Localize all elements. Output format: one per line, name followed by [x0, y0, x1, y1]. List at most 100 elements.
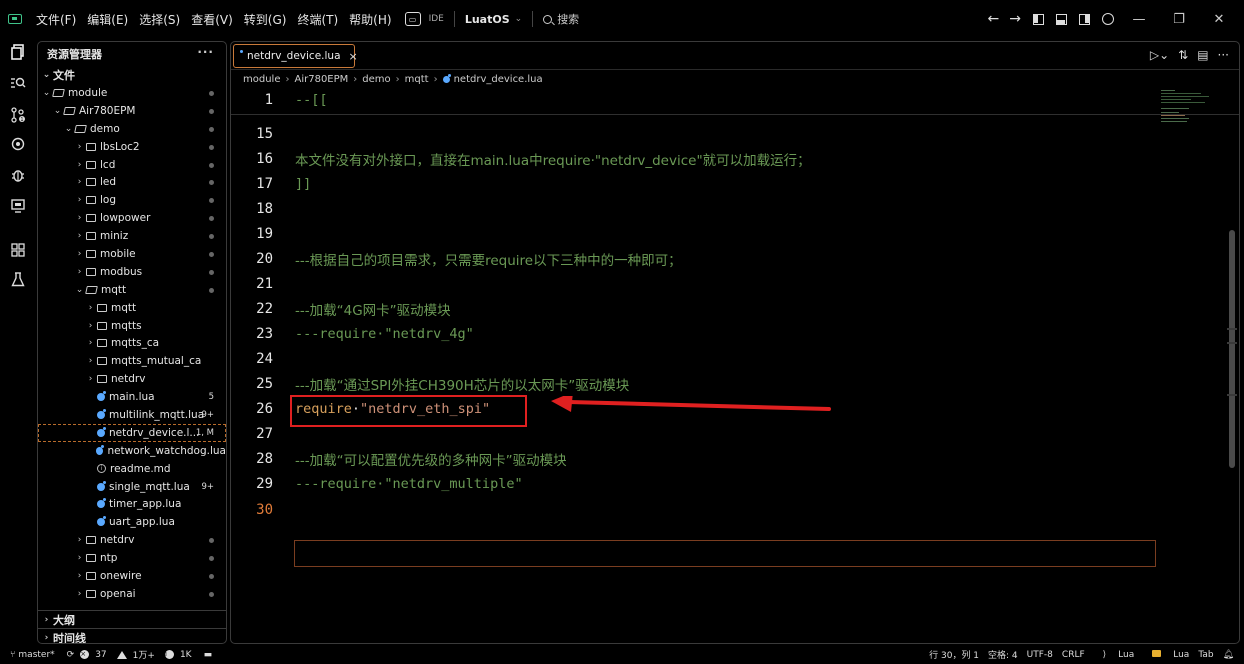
code-line[interactable]: 20 ---根据自己的项目需求，只需要require以下三种中的一种即可； — [231, 247, 1239, 271]
minimap[interactable] — [1159, 88, 1219, 128]
branch-indicator[interactable]: ⑂ master* — [10, 650, 61, 660]
tree-item[interactable]: › mqtt — [38, 299, 226, 317]
code-line[interactable]: 19 — [231, 222, 1239, 246]
tree-item[interactable]: › miniz — [38, 227, 226, 245]
code-line[interactable]: 21 — [231, 272, 1239, 296]
tree-item[interactable]: › netdrv — [38, 370, 226, 388]
minimize-button[interactable]: — — [1124, 12, 1154, 27]
tree-item[interactable]: › ntp — [38, 549, 226, 567]
line-endings[interactable]: CRLF — [1062, 650, 1085, 660]
command-center-search[interactable]: 搜索 — [543, 11, 579, 27]
toggle-primary-sidebar-icon[interactable] — [1033, 13, 1044, 25]
tree-item[interactable]: › openai — [38, 585, 226, 603]
indentation[interactable]: 空格: 4 — [988, 648, 1018, 661]
code-line[interactable]: 18 — [231, 197, 1239, 221]
menu-view[interactable]: 查看(V) — [191, 11, 233, 28]
tree-item[interactable]: › log — [38, 191, 226, 209]
tree-item[interactable]: › netdrv — [38, 531, 226, 549]
remote-explorer-icon[interactable] — [0, 133, 36, 155]
forward-arrow-icon[interactable]: → — [1009, 12, 1021, 26]
tree-item[interactable]: single_mqtt.lua 9+ — [38, 478, 226, 496]
run-debug-icon[interactable]: ▷⌄ — [1150, 48, 1169, 62]
lua-extension-status[interactable]: Lua — [1143, 649, 1189, 660]
code-line[interactable]: 26 require·"netdrv_eth_spi" — [231, 397, 1239, 421]
code-line[interactable]: 17]] — [231, 172, 1239, 196]
code-line[interactable]: 15 — [231, 122, 1239, 146]
menu-go[interactable]: 转到(G) — [244, 11, 287, 28]
code-line[interactable]: 27 — [231, 422, 1239, 446]
workspace-name[interactable]: LuatOS — [465, 13, 510, 26]
code-line[interactable]: 28 ---加载“可以配置优先级的多种网卡”驱动模块 — [231, 447, 1239, 471]
toggle-panel-icon[interactable] — [1056, 13, 1067, 25]
breadcrumb-item[interactable]: module — [243, 74, 280, 85]
close-window-button[interactable]: ✕ — [1204, 12, 1234, 27]
tree-item[interactable]: › lbsLoc2 — [38, 138, 226, 156]
tree-item[interactable]: › mqtts_mutual_ca — [38, 352, 226, 370]
vertical-scrollbar[interactable] — [1229, 230, 1235, 468]
tree-item[interactable]: timer_app.lua — [38, 495, 226, 513]
tree-item[interactable]: › modbus — [38, 263, 226, 281]
tree-item[interactable]: › lowpower — [38, 209, 226, 227]
breadcrumb-item[interactable]: netdrv_device.lua — [454, 74, 543, 85]
restore-button[interactable]: ❐ — [1164, 12, 1194, 27]
sync-icon[interactable]: ⟳ — [67, 650, 75, 660]
toggle-secondary-sidebar-icon[interactable] — [1079, 13, 1090, 25]
code-line[interactable]: 22 ---加载“4G网卡”驱动模块 — [231, 297, 1239, 321]
explorer-icon[interactable] — [0, 41, 36, 63]
code-line[interactable]: 25 ---加载“通过SPI外挂CH390H芯片的以太网卡”驱动模块 — [231, 372, 1239, 396]
ports-icon[interactable]: ▬ — [204, 650, 213, 660]
close-tab-icon[interactable]: × — [349, 50, 358, 63]
code-line[interactable]: 29 ---require·"netdrv_multiple" — [231, 472, 1239, 496]
extensions-icon[interactable] — [0, 239, 36, 261]
menu-file[interactable]: 文件(F) — [36, 11, 76, 28]
compare-changes-icon[interactable]: ⇅ — [1178, 48, 1188, 62]
cursor-position[interactable]: 行 30，列 1 — [929, 648, 979, 661]
breadcrumb-item[interactable]: demo — [362, 74, 390, 85]
tree-item[interactable]: network_watchdog.lua — [38, 442, 226, 460]
notifications-bell-icon[interactable]: 🔔︎ — [1223, 650, 1234, 660]
problems-indicator[interactable]: × 37 1万+ i 1K — [80, 648, 197, 661]
tab-netdrv-device[interactable]: netdrv_device.lua × — [233, 44, 358, 68]
language-mode[interactable]: ⟩ Lua — [1094, 650, 1135, 660]
testing-flask-icon[interactable] — [0, 268, 36, 290]
timeline-section-header[interactable]: › 时间线 — [38, 628, 226, 643]
tree-item[interactable]: uart_app.lua — [38, 513, 226, 531]
more-actions-icon[interactable]: ··· — [197, 45, 214, 59]
tree-item[interactable]: › onewire — [38, 567, 226, 585]
tree-item[interactable]: ⌄ module — [38, 84, 226, 102]
breadcrumb-item[interactable]: mqtt — [405, 74, 429, 85]
code-editor[interactable]: 1 --[[15 16 本文件没有对外接口，直接在main.lua中require·"… — [231, 88, 1239, 643]
code-line[interactable]: 30 — [231, 498, 1239, 522]
outline-section-header[interactable]: › 大纲 — [38, 610, 226, 628]
debug-icon[interactable] — [0, 164, 36, 186]
tree-item[interactable]: netdrv_device.l... 1, M — [38, 423, 226, 442]
tree-item[interactable]: › mqtts_ca — [38, 334, 226, 352]
tree-item[interactable]: multilink_mqtt.lua 9+ — [38, 406, 226, 424]
breadcrumb-item[interactable]: Air780EPM — [294, 74, 348, 85]
tree-item[interactable]: › mqtts — [38, 317, 226, 335]
code-line[interactable]: 24 — [231, 347, 1239, 371]
tree-item[interactable]: › led — [38, 173, 226, 191]
account-icon[interactable] — [1102, 13, 1114, 25]
tab-mode[interactable]: Tab — [1198, 650, 1213, 660]
tree-item[interactable]: ⌄ mqtt — [38, 281, 226, 299]
menu-selection[interactable]: 选择(S) — [139, 11, 180, 28]
tree-item[interactable]: main.lua 5 — [38, 388, 226, 406]
code-line[interactable]: 1 --[[ — [231, 88, 1239, 112]
tree-item[interactable]: › lcd — [38, 156, 226, 174]
code-line[interactable]: 23 ---require·"netdrv_4g" — [231, 322, 1239, 346]
menu-terminal[interactable]: 终端(T) — [297, 11, 338, 28]
device-monitor-icon[interactable] — [0, 195, 36, 217]
search-panel-icon[interactable] — [0, 72, 36, 94]
menu-help[interactable]: 帮助(H) — [349, 11, 391, 28]
ide-toggle[interactable]: ▭ IDE — [404, 12, 444, 26]
source-control-icon[interactable]: 1 — [0, 104, 36, 126]
menu-edit[interactable]: 编辑(E) — [87, 11, 128, 28]
tree-item[interactable]: i readme.md — [38, 460, 226, 478]
split-editor-icon[interactable]: ▤ — [1197, 48, 1208, 62]
back-arrow-icon[interactable]: ← — [988, 12, 1000, 26]
tree-item[interactable]: › mobile — [38, 245, 226, 263]
tree-item[interactable]: ⌄ demo — [38, 120, 226, 138]
more-actions-icon[interactable]: ··· — [1218, 48, 1229, 62]
chevron-down-icon[interactable]: ⌄ — [515, 14, 523, 24]
